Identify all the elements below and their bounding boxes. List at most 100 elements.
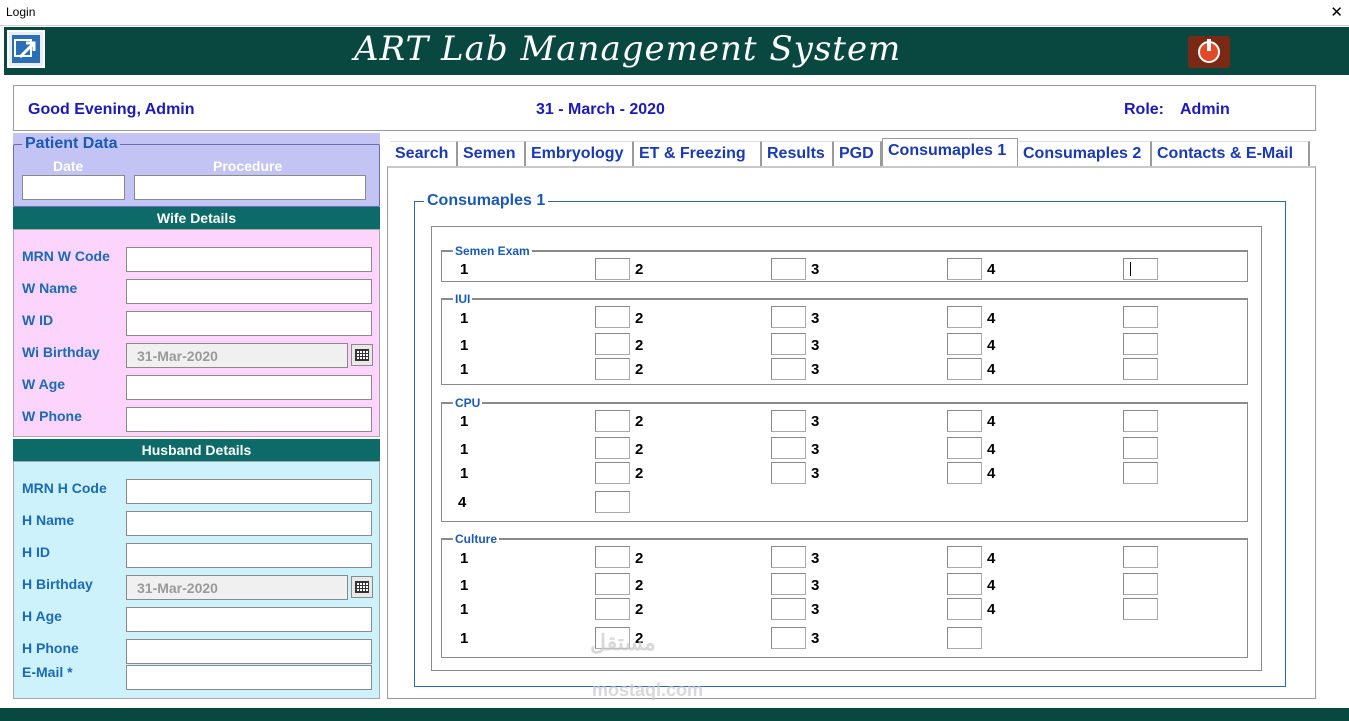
qty-input[interactable] [595,358,630,380]
tab-results[interactable]: Results [762,141,834,167]
qty-input[interactable] [947,258,982,280]
procedure-input[interactable] [134,175,366,200]
cpu-legend: CPU [453,396,483,410]
role-value: Admin [1180,101,1230,118]
item-label: 2 [635,261,644,278]
h-age-input[interactable] [126,607,372,632]
wi-birthday-input[interactable]: 31-Mar-2020 [126,343,348,368]
qty-input[interactable] [771,333,806,355]
close-icon[interactable]: ✕ [1330,3,1343,21]
tab-et-freezing[interactable]: ET & Freezing [634,141,762,167]
item-label: 3 [811,413,820,430]
qty-input[interactable] [595,306,630,328]
qty-input[interactable] [947,462,982,484]
h-id-label: H ID [22,544,50,560]
tab-pgd[interactable]: PGD [834,141,882,167]
qty-input[interactable] [1123,573,1158,595]
qty-input[interactable] [947,573,982,595]
w-id-input[interactable] [126,311,372,336]
item-label: 3 [811,310,820,327]
w-age-label: W Age [22,376,66,392]
h-id-input[interactable] [126,543,372,568]
qty-input[interactable] [1123,333,1158,355]
wi-birthday-label: Wi Birthday [22,344,100,360]
procedure-label: Procedure [213,158,283,174]
qty-input[interactable] [1123,358,1158,380]
qty-input[interactable] [595,410,630,432]
mrn-w-code-input[interactable] [126,247,372,272]
qty-input[interactable] [771,437,806,459]
tab-consumaples-2[interactable]: Consumaples 2 [1018,141,1152,167]
w-name-input[interactable] [126,279,372,304]
item-label: 1 [460,261,469,278]
qty-input[interactable] [595,546,630,568]
h-name-label: H Name [22,512,75,528]
calendar-icon[interactable] [351,576,373,598]
qty-input[interactable] [947,627,982,649]
item-label: 3 [811,261,820,278]
qty-input[interactable] [947,306,982,328]
h-phone-input[interactable] [126,639,372,664]
qty-input[interactable] [595,333,630,355]
qty-input[interactable] [595,491,630,513]
w-phone-input[interactable] [126,407,372,432]
qty-input[interactable] [595,437,630,459]
item-label: 2 [635,550,644,567]
qty-input[interactable] [771,410,806,432]
tab-semen[interactable]: Semen [458,141,526,167]
app-logo-icon[interactable] [7,30,45,68]
qty-input[interactable] [1123,598,1158,620]
tab-contacts-email[interactable]: Contacts & E-Mail [1152,141,1310,167]
calendar-icon[interactable] [351,344,373,366]
qty-input[interactable] [1123,546,1158,568]
qty-input[interactable] [1123,462,1158,484]
item-label: 3 [811,337,820,354]
patient-date-input[interactable] [22,175,125,200]
h-birthday-label: H Birthday [22,576,93,592]
qty-input[interactable] [771,258,806,280]
item-label: 4 [987,310,996,327]
qty-input[interactable] [771,306,806,328]
patient-data-panel: Patient Data Date Procedure [13,133,380,207]
h-birthday-input[interactable]: 31-Mar-2020 [126,575,348,600]
qty-input[interactable] [947,546,982,568]
qty-input[interactable] [1123,410,1158,432]
qty-input[interactable] [595,598,630,620]
tab-consumaples-1[interactable]: Consumaples 1 [882,138,1018,167]
qty-input[interactable] [947,410,982,432]
date-label: Date [53,158,84,174]
qty-input[interactable] [1123,306,1158,328]
email-input[interactable] [126,665,372,690]
qty-input[interactable] [771,598,806,620]
item-label: 4 [987,261,996,278]
w-age-input[interactable] [126,375,372,400]
qty-input[interactable] [947,437,982,459]
qty-input[interactable] [771,546,806,568]
email-label: E-Mail * [22,664,73,680]
item-label: 1 [460,601,469,618]
watermark-latin: mostaql.com [592,680,704,700]
h-name-input[interactable] [126,511,372,536]
item-label: 4 [987,601,996,618]
qty-input[interactable] [771,358,806,380]
window-titlebar: Login ✕ [0,0,1349,26]
qty-input[interactable] [595,258,630,280]
qty-input[interactable] [947,598,982,620]
item-label: 4 [987,361,996,378]
qty-input[interactable] [947,358,982,380]
qty-input[interactable] [595,573,630,595]
item-label: 2 [635,361,644,378]
qty-input[interactable] [947,333,982,355]
qty-input[interactable] [1123,258,1158,280]
tab-embryology[interactable]: Embryology [526,141,634,167]
qty-input[interactable] [1123,437,1158,459]
qty-input[interactable] [595,462,630,484]
mrn-w-code-label: MRN W Code [22,248,110,264]
qty-input[interactable] [771,627,806,649]
power-icon[interactable] [1188,36,1230,68]
qty-input[interactable] [771,462,806,484]
qty-input[interactable] [771,573,806,595]
item-label: 4 [987,413,996,430]
mrn-h-code-input[interactable] [126,479,372,504]
tab-search[interactable]: Search [390,141,458,167]
